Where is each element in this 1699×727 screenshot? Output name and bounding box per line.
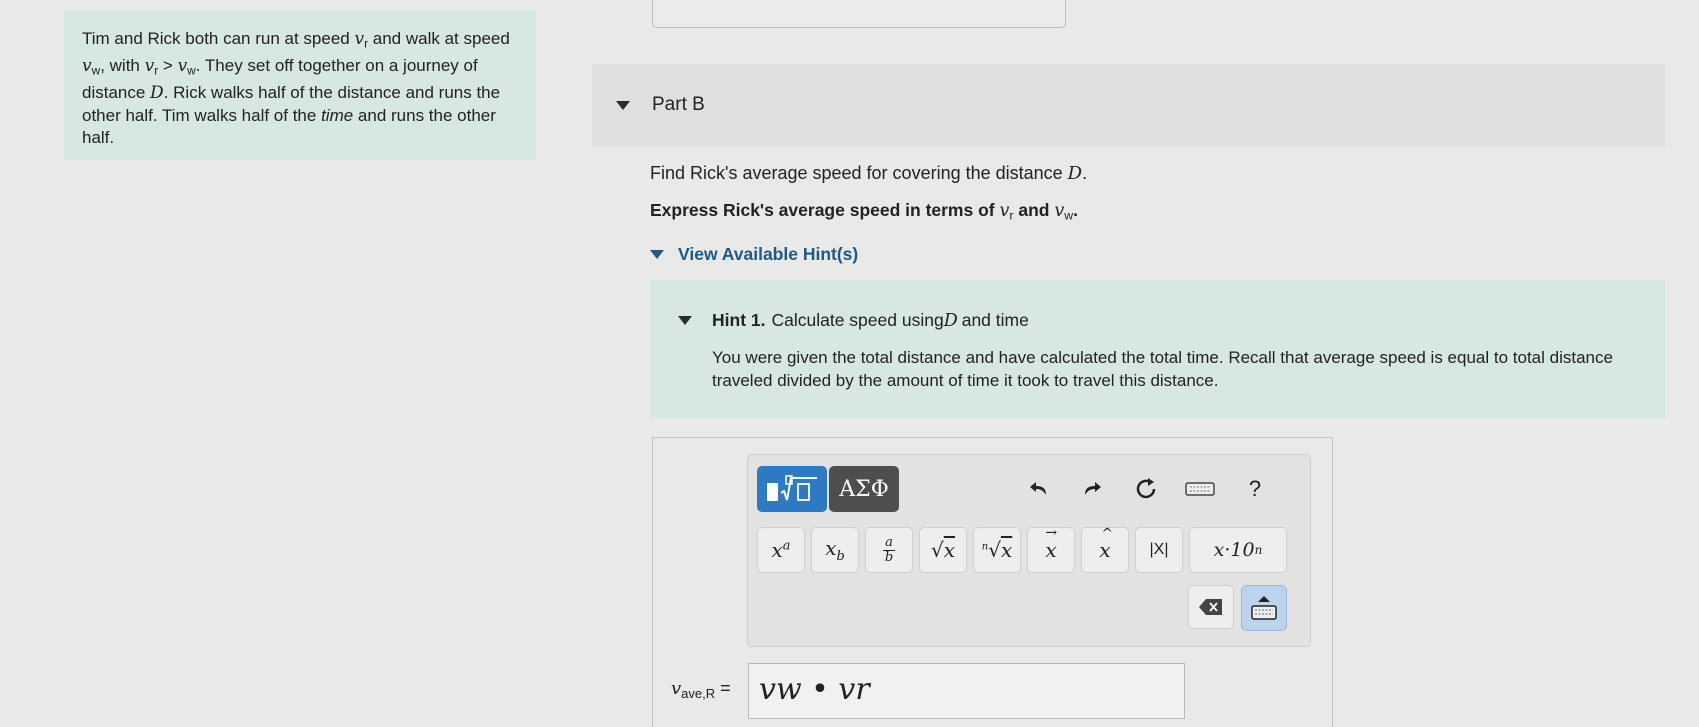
unit-vector-button[interactable]: x ^ — [1081, 526, 1129, 573]
undo-icon[interactable] — [1019, 466, 1059, 512]
vector-icon: x → — [1045, 525, 1058, 562]
problem-statement: Tim and Rick both can run at speed vr an… — [64, 10, 536, 160]
math-toolbar: ΑΣΦ ? xa xb ab √x n√x x → x ^ |X| x·10 n — [747, 454, 1311, 647]
expand-triangle-icon — [650, 250, 664, 259]
answer-area: ΑΣΦ ? xa xb ab √x n√x x → x ^ |X| x·10 n… — [652, 437, 1333, 727]
question-text: Find Rick's average speed for covering t… — [650, 163, 1088, 184]
templates-icon — [767, 475, 817, 501]
question-instruction: Express Rick's average speed in terms of… — [650, 200, 1078, 223]
absolute-value-button[interactable]: |X| — [1135, 527, 1183, 573]
subscript-button[interactable]: xb — [811, 527, 859, 573]
unit-vector-icon: x ^ — [1099, 526, 1114, 562]
answer-input[interactable]: vw • vr — [748, 663, 1185, 719]
collapse-triangle-icon — [616, 100, 630, 110]
previous-part-box — [652, 0, 1066, 28]
superscript-button[interactable]: xa — [757, 527, 805, 573]
help-icon[interactable]: ? — [1235, 466, 1275, 512]
fraction-icon: ab — [883, 534, 895, 565]
square-root-icon: √x — [930, 538, 956, 562]
view-hints-toggle[interactable]: View Available Hint(s) — [650, 244, 858, 265]
square-root-button[interactable]: √x — [919, 527, 967, 573]
keyboard-toggle-icon — [1251, 596, 1277, 620]
subscript-icon: xb — [825, 536, 845, 564]
show-keyboard-button[interactable] — [1241, 585, 1287, 631]
part-title: Part B — [652, 94, 705, 115]
greek-symbols-tab[interactable]: ΑΣΦ — [829, 466, 899, 512]
fraction-button[interactable]: ab — [865, 527, 913, 573]
vector-button[interactable]: x → — [1027, 525, 1075, 573]
absolute-value-icon: |X| — [1149, 541, 1169, 558]
superscript-icon: xa — [771, 538, 791, 562]
delete-button[interactable] — [1188, 585, 1234, 629]
backspace-icon — [1199, 599, 1222, 615]
nth-root-icon: n√x — [981, 538, 1013, 562]
scientific-notation-button[interactable]: x·10 n — [1189, 527, 1287, 573]
redo-icon[interactable] — [1072, 466, 1112, 512]
hint-1-body: You were given the total distance and ha… — [712, 348, 1613, 390]
hint-panel: Hint 1. Calculate speed using D and time… — [650, 280, 1665, 418]
part-b-header[interactable]: Part B — [592, 64, 1665, 146]
answer-label: vave,R = — [671, 678, 731, 701]
templates-tab[interactable] — [757, 466, 827, 512]
reset-icon[interactable] — [1126, 466, 1166, 512]
collapse-triangle-icon — [678, 316, 692, 325]
nth-root-button[interactable]: n√x — [973, 527, 1021, 573]
hint-1-title[interactable]: Hint 1. Calculate speed using D and time — [678, 310, 1029, 331]
keyboard-icon[interactable] — [1180, 466, 1220, 512]
